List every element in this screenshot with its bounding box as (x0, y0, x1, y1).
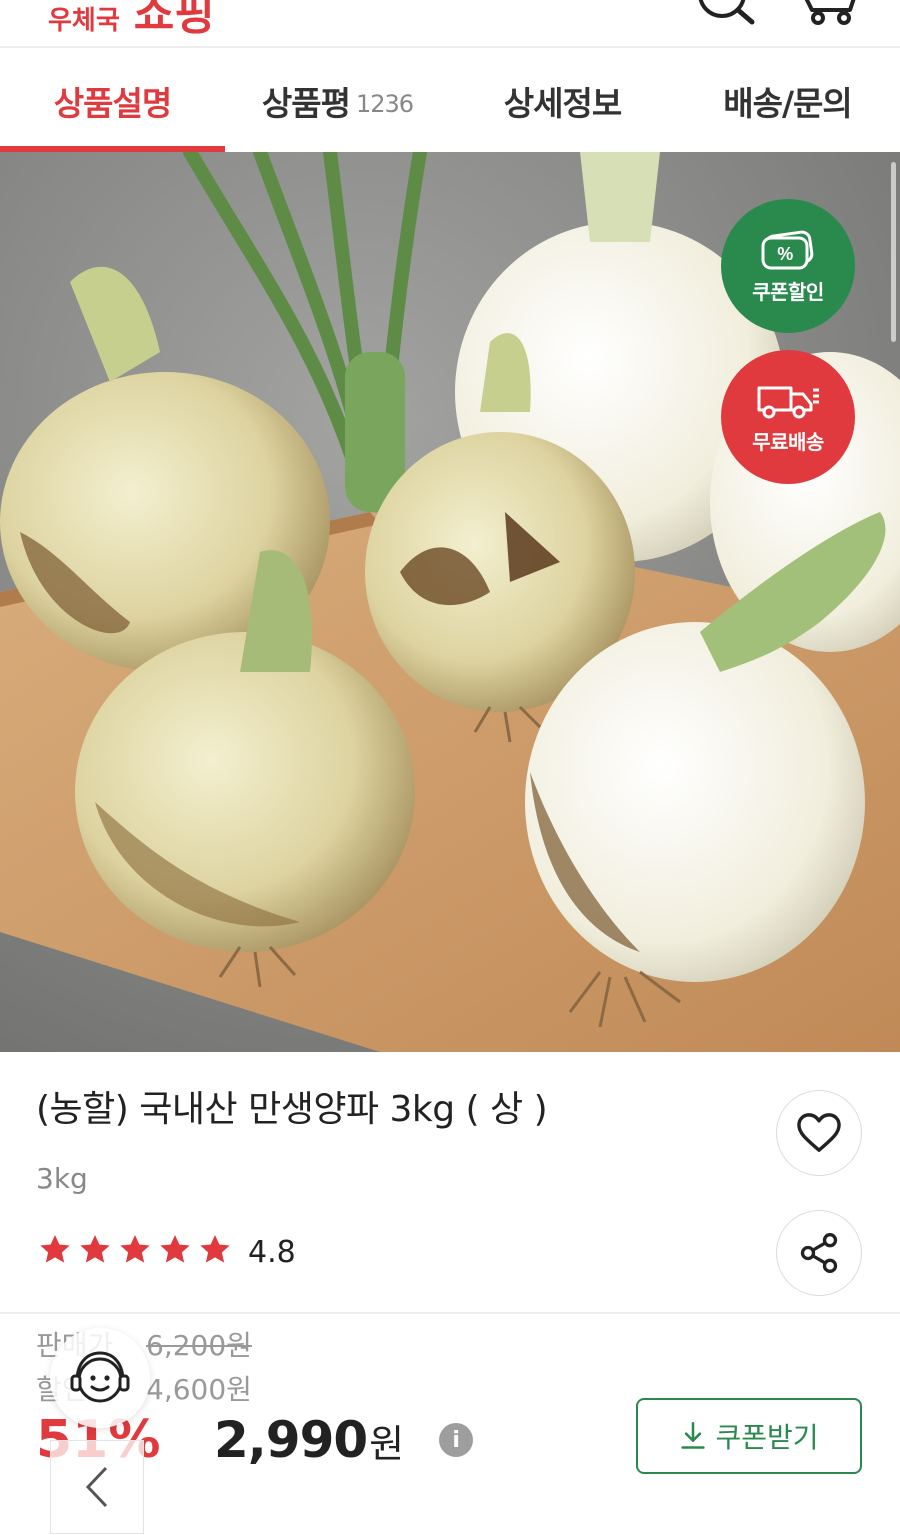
chatbot-button[interactable] (50, 1328, 150, 1428)
brand-sub: 우체국 (48, 6, 120, 36)
product-rating[interactable]: 4.8 (36, 1232, 296, 1272)
section-divider (0, 1312, 900, 1314)
tab-details[interactable]: 상세정보 (450, 50, 675, 152)
get-coupon-label: 쿠폰받기 (715, 1421, 819, 1454)
star-icon (76, 1232, 114, 1272)
tab-shipping-inquiry[interactable]: 배송/문의 (675, 50, 900, 152)
review-count: 1236 (356, 90, 414, 118)
free-shipping-badge[interactable]: 무료배송 (721, 350, 855, 484)
sale-price-value: 6,200원 (146, 1329, 252, 1362)
final-price-value: 2,990 (214, 1411, 368, 1469)
chevron-left-icon (85, 1466, 108, 1508)
product-detail-page: 우체국 쇼핑 상품설명 상품평 1236 상세정보 배송/문의 % 쿠폰할인 무… (0, 0, 900, 1535)
tab-label: 상품설명 (53, 84, 172, 123)
rating-value: 4.8 (248, 1234, 296, 1270)
top-header: 우체국 쇼핑 (0, 0, 900, 48)
share-button[interactable] (776, 1210, 862, 1296)
star-icon (116, 1232, 154, 1272)
tab-reviews[interactable]: 상품평 1236 (225, 50, 450, 152)
brand-main: 쇼핑 (133, 0, 215, 40)
star-icon (36, 1232, 74, 1272)
final-price-unit: 원 (369, 1422, 404, 1466)
image-scroll-indicator (891, 162, 896, 342)
download-icon (681, 1422, 706, 1449)
chatbot-icon (70, 1351, 130, 1403)
tab-description[interactable]: 상품설명 (0, 50, 225, 152)
price-info-icon[interactable]: i (439, 1423, 474, 1457)
share-icon (800, 1233, 838, 1273)
coupon-badge-label: 쿠폰할인 (752, 279, 824, 304)
product-title: (농할) 국내산 만생양파 3kg ( 상 ) (36, 1089, 548, 1130)
heart-icon (797, 1113, 841, 1152)
tab-label: 상세정보 (503, 84, 622, 123)
truck-icon (757, 386, 819, 418)
star-icon (196, 1232, 234, 1272)
discount-price-value: 4,600원 (146, 1373, 252, 1406)
shipping-badge-label: 무료배송 (752, 429, 824, 454)
tab-label: 배송/문의 (723, 84, 852, 123)
cart-icon[interactable] (800, 0, 864, 32)
svg-text:%: % (777, 244, 793, 264)
product-option: 3kg (36, 1162, 88, 1195)
like-button[interactable] (776, 1090, 862, 1176)
final-price: 2,990원 (214, 1411, 404, 1469)
tab-label: 상품평 (261, 84, 351, 123)
back-button[interactable] (50, 1440, 144, 1534)
coupon-discount-badge[interactable]: % 쿠폰할인 (721, 199, 855, 333)
coupon-icon: % (761, 230, 814, 269)
search-icon[interactable] (690, 0, 760, 32)
brand-logo[interactable]: 우체국 쇼핑 (48, 0, 215, 42)
product-tabs: 상품설명 상품평 1236 상세정보 배송/문의 (0, 50, 900, 152)
get-coupon-button[interactable]: 쿠폰받기 (636, 1398, 862, 1474)
star-icon (156, 1232, 194, 1272)
